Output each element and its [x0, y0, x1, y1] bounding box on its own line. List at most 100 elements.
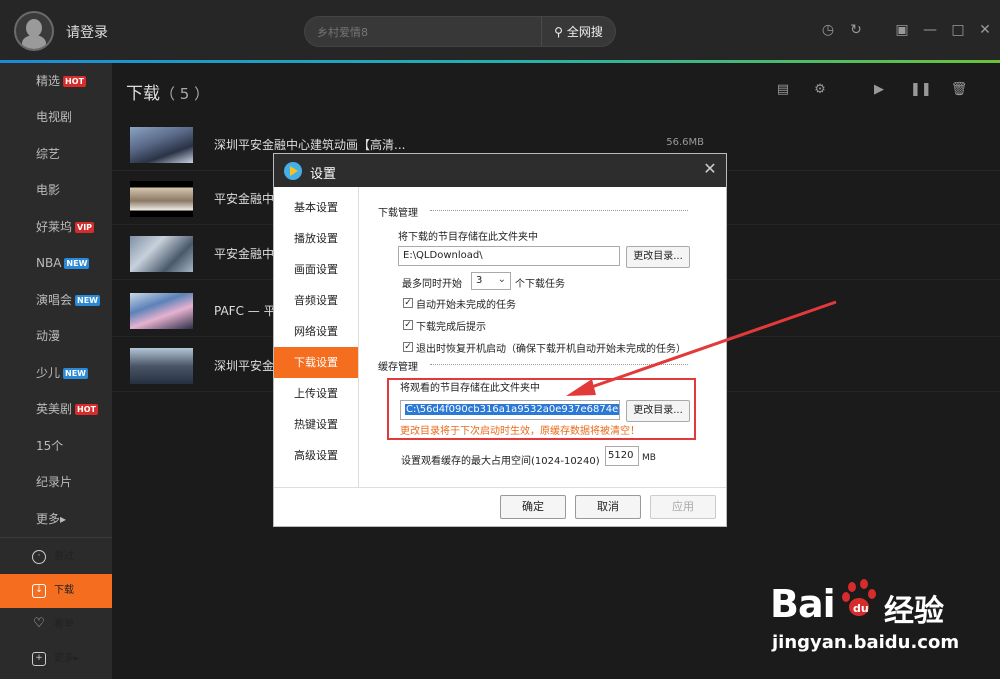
sidebar-item-anime[interactable]: 动漫	[0, 318, 112, 354]
sidebar-item-more[interactable]: 更多▸	[0, 501, 112, 537]
plus-icon: +	[32, 652, 46, 666]
sidebar-item-label: 纪录片	[36, 475, 73, 489]
row-title: 平安金融中	[214, 247, 275, 261]
sidebar-item-label: 演唱会	[36, 293, 73, 307]
restore-startup-label: 退出时恢复开机启动（确保下载开机自动开始未完成的任务）	[416, 344, 686, 355]
avatar-icon[interactable]	[14, 11, 54, 51]
video-thumbnail	[130, 293, 193, 329]
max-tasks-select[interactable]: 3 ⌄	[471, 272, 511, 290]
sidebar: 精选 HOT 电视剧 综艺 电影 好莱坞 VIP NBA NEW 演唱会 NEW 动漫 …	[0, 63, 112, 679]
sidebar-item-label: 看单	[54, 619, 74, 630]
row-title: 深圳平安金融中心建筑动画【高清...	[214, 138, 406, 152]
sidebar-item-label: 下载	[54, 585, 74, 596]
new-badge: NEW	[63, 368, 88, 379]
video-thumbnail	[130, 348, 193, 384]
apply-button[interactable]: 应用	[650, 495, 716, 519]
delete-icon[interactable]: 🗑	[950, 81, 968, 99]
sidebar-item-more-bottom[interactable]: + 更多▸	[0, 642, 112, 676]
download-count: （ 5 ）	[160, 85, 210, 103]
row-title: 平安金融中	[214, 192, 275, 206]
tab-network[interactable]: 网络设置	[274, 316, 358, 347]
sidebar-item-label: 更多▸	[54, 653, 80, 664]
play-icon[interactable]: ▶	[870, 81, 888, 99]
sidebar-item-tv[interactable]: 电视剧	[0, 99, 112, 135]
dialog-title: 设置	[310, 167, 337, 182]
divider	[430, 364, 688, 365]
refresh-icon[interactable]: ↻	[848, 22, 864, 38]
highlight-box	[387, 378, 696, 440]
page-title-text: 下载	[126, 84, 160, 104]
sidebar-item-label: NBA	[36, 256, 62, 270]
minimize-icon[interactable]: —	[922, 22, 938, 38]
tab-basic[interactable]: 基本设置	[274, 192, 358, 223]
complete-notify-label: 下载完成后提示	[416, 322, 486, 333]
cache-size-input[interactable]: 5120	[605, 446, 639, 466]
hot-badge: HOT	[75, 404, 98, 415]
new-badge: NEW	[64, 258, 90, 269]
folder-icon[interactable]: ▤	[774, 81, 792, 99]
sidebar-item-documentary[interactable]: 纪录片	[0, 464, 112, 500]
vip-badge: VIP	[75, 222, 95, 233]
tab-upload[interactable]: 上传设置	[274, 378, 358, 409]
sidebar-item-label: 更多▸	[36, 512, 67, 526]
hot-badge: HOT	[63, 76, 86, 87]
max-tasks-value: 3	[476, 275, 483, 286]
close-icon[interactable]: ✕	[702, 161, 718, 177]
maximize-icon[interactable]: □	[950, 22, 966, 38]
sidebar-item-variety[interactable]: 综艺	[0, 136, 112, 172]
search-input[interactable]	[317, 23, 537, 41]
top-bar: 请登录 ⚲ 全网搜 ◷ ↻ ▣ — □ ✕	[0, 0, 1000, 60]
login-link[interactable]: 请登录	[66, 22, 108, 42]
tab-download[interactable]: 下载设置	[274, 347, 358, 378]
sidebar-item-label: 看过	[54, 551, 74, 562]
sidebar-item-label: 电影	[36, 183, 61, 197]
max-tasks-prefix: 最多同时开始	[402, 279, 462, 290]
mini-mode-icon[interactable]: ▣	[894, 22, 910, 38]
sidebar-item-history[interactable]: · 看过	[0, 540, 112, 574]
divider	[430, 210, 688, 211]
tab-playback[interactable]: 播放设置	[274, 223, 358, 254]
sidebar-item-watchlist[interactable]: ♡ 看单	[0, 608, 112, 642]
sidebar-item-download[interactable]: ↓ 下载	[0, 574, 112, 608]
baidu-watermark: Bai du 经验 jingyan.baidu.com	[770, 576, 990, 666]
search-button[interactable]: ⚲ 全网搜	[541, 17, 615, 46]
download-path-field[interactable]: E:\QLDownload\	[398, 246, 620, 266]
app-logo-icon	[284, 162, 302, 180]
max-tasks-suffix: 个下载任务	[515, 279, 565, 290]
page-title: 下载（ 5 ）	[126, 79, 209, 104]
search-button-label: 全网搜	[566, 25, 603, 39]
new-badge: NEW	[75, 295, 100, 306]
sidebar-item-us-uk[interactable]: 英美剧 HOT	[0, 391, 112, 427]
sidebar-item-15[interactable]: 15个	[0, 428, 112, 464]
complete-notify-checkbox[interactable]: ✓	[403, 320, 413, 330]
sidebar-item-kids[interactable]: 少儿 NEW	[0, 355, 112, 391]
search-box: ⚲ 全网搜	[304, 16, 616, 47]
settings-dialog: 设置 ✕ 基本设置 播放设置 画面设置 音频设置 网络设置 下载设置 上传设置 …	[273, 153, 727, 527]
restore-startup-checkbox[interactable]: ✓	[403, 342, 413, 352]
sidebar-item-movie[interactable]: 电影	[0, 172, 112, 208]
search-icon: ⚲	[554, 24, 563, 39]
ok-button[interactable]: 确定	[500, 495, 566, 519]
row-title: 深圳平安金	[214, 359, 275, 373]
tab-audio[interactable]: 音频设置	[274, 285, 358, 316]
dialog-footer: 确定 取消 应用	[274, 487, 726, 526]
auto-start-checkbox[interactable]: ✓	[403, 298, 413, 308]
close-icon[interactable]: ✕	[977, 22, 993, 38]
sidebar-item-label: 动漫	[36, 329, 61, 343]
pause-icon[interactable]: ❚❚	[910, 81, 932, 99]
history-icon[interactable]: ◷	[820, 22, 836, 38]
chevron-down-icon: ⌄	[497, 274, 506, 285]
download-icon: ↓	[32, 584, 46, 598]
sidebar-item-concert[interactable]: 演唱会 NEW	[0, 282, 112, 318]
tab-picture[interactable]: 画面设置	[274, 254, 358, 285]
tab-hotkey[interactable]: 热键设置	[274, 409, 358, 440]
sidebar-item-label: 少儿	[36, 366, 61, 380]
tab-advanced[interactable]: 高级设置	[274, 440, 358, 471]
cancel-button[interactable]: 取消	[575, 495, 641, 519]
dialog-header: 设置 ✕	[274, 154, 726, 187]
sidebar-item-featured[interactable]: 精选 HOT	[0, 63, 112, 99]
sidebar-item-nba[interactable]: NBA NEW	[0, 245, 112, 281]
gear-icon[interactable]: ⚙	[811, 81, 829, 99]
sidebar-item-hollywood[interactable]: 好莱坞 VIP	[0, 209, 112, 245]
change-download-folder-button[interactable]: 更改目录...	[626, 246, 690, 268]
